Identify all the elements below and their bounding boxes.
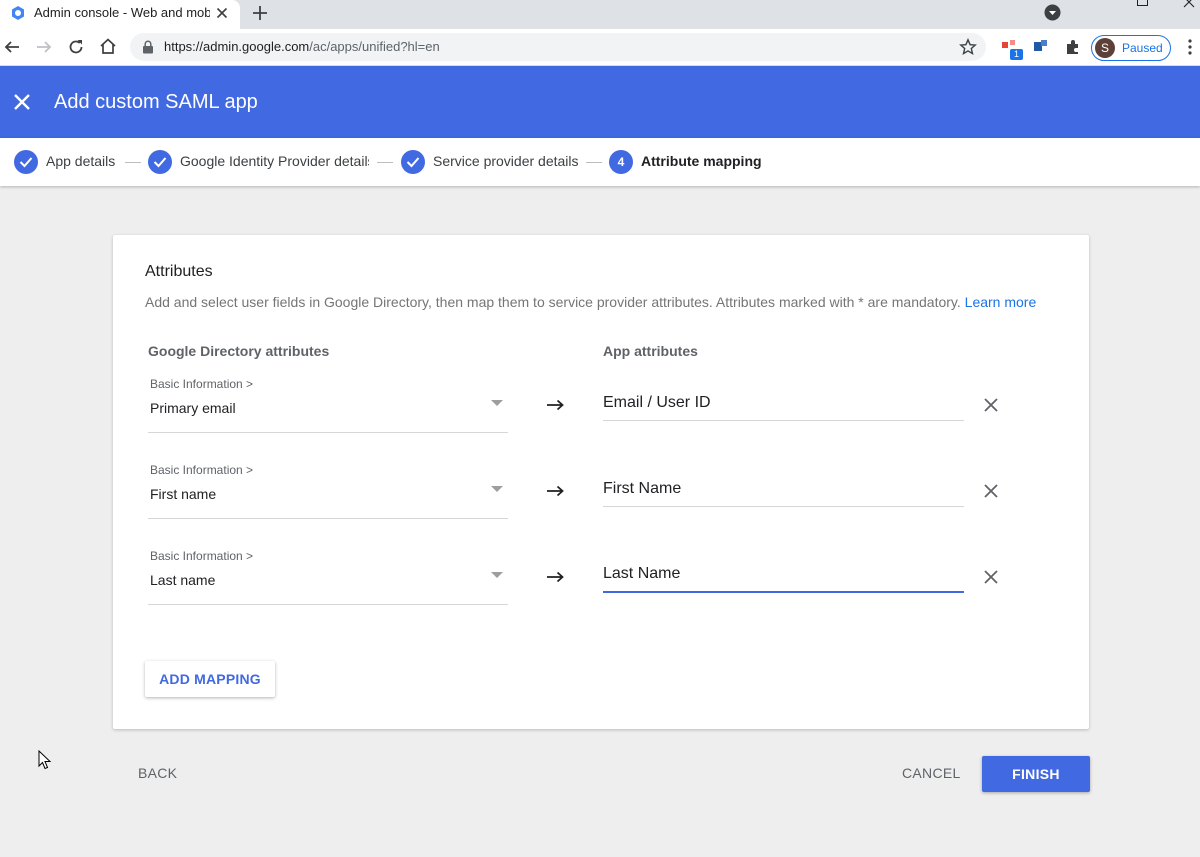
directory-attribute-select[interactable]: Basic Information > First name	[148, 459, 508, 519]
step-connector	[377, 162, 393, 163]
url-text: https://admin.google.com/ac/apps/unified…	[164, 39, 440, 55]
close-icon[interactable]	[13, 93, 31, 111]
right-arrow-icon	[547, 399, 564, 411]
directory-attributes-heading: Google Directory attributes	[148, 343, 330, 359]
select-category: Basic Information >	[150, 549, 254, 563]
app-header: Add custom SAML app	[0, 66, 1200, 138]
remove-mapping-icon[interactable]	[984, 398, 998, 412]
card-title: Attributes	[145, 263, 213, 280]
tab-close-icon[interactable]	[214, 5, 230, 21]
learn-more-link[interactable]: Learn more	[965, 294, 1037, 310]
step-connector	[125, 162, 141, 163]
step-4-number: 4	[609, 150, 633, 174]
browser-tabstrip: Admin console - Web and mobile apps	[0, 0, 1200, 29]
home-icon[interactable]	[99, 37, 117, 55]
profile-status-label: Paused	[1122, 41, 1163, 55]
stepper: App details Google Identity Provider det…	[0, 138, 1200, 186]
address-bar[interactable]: https://admin.google.com/ac/apps/unified…	[130, 33, 986, 61]
right-arrow-icon	[547, 571, 564, 583]
bookmark-star-icon[interactable]	[959, 38, 977, 56]
step-service-provider-details[interactable]: Service provider details	[433, 153, 583, 170]
page-title: Add custom SAML app	[54, 91, 258, 113]
window-maximize-icon[interactable]	[1137, 0, 1148, 6]
url-path: /ac/apps/unified?hl=en	[309, 39, 440, 54]
card-description: Add and select user fields in Google Dir…	[145, 294, 1036, 311]
description-text: Add and select user fields in Google Dir…	[145, 294, 961, 310]
window-close-icon[interactable]	[1183, 0, 1195, 8]
admin-console-favicon-icon	[12, 6, 24, 20]
remove-mapping-icon[interactable]	[984, 484, 998, 498]
directory-attribute-select[interactable]: Basic Information > Last name	[148, 545, 508, 605]
profile-paused-button[interactable]: S Paused	[1091, 35, 1171, 61]
step-attribute-mapping[interactable]: Attribute mapping	[641, 153, 761, 170]
extension-badge: 1	[1010, 49, 1023, 60]
select-category: Basic Information >	[150, 463, 254, 477]
step-3-done-check	[401, 150, 425, 174]
lock-icon	[143, 40, 153, 54]
step-2-done-check	[148, 150, 172, 174]
back-arrow-icon[interactable]	[3, 38, 21, 56]
check-icon	[153, 157, 167, 168]
dropdown-caret-icon	[491, 486, 503, 492]
cancel-button[interactable]: CANCEL	[902, 756, 960, 790]
browser-toolbar: https://admin.google.com/ac/apps/unified…	[0, 29, 1200, 66]
select-category: Basic Information >	[150, 377, 254, 391]
browser-menu-dots-icon[interactable]	[1184, 38, 1196, 56]
dropdown-caret-icon	[491, 572, 503, 578]
browser-tab[interactable]: Admin console - Web and mobile apps	[0, 0, 240, 29]
back-button[interactable]: BACK	[138, 756, 177, 790]
finish-button[interactable]: FINISH	[982, 756, 1090, 792]
app-attribute-input[interactable]	[603, 475, 964, 507]
directory-attribute-select[interactable]: Basic Information > Primary email	[148, 373, 508, 433]
add-mapping-button[interactable]: ADD MAPPING	[145, 661, 275, 697]
select-value: First name	[150, 486, 217, 502]
tab-title: Admin console - Web and mobile apps	[34, 5, 210, 20]
select-value: Primary email	[150, 400, 236, 416]
app-attribute-input[interactable]	[603, 561, 964, 593]
remove-mapping-icon[interactable]	[984, 570, 998, 584]
new-tab-plus-icon[interactable]	[250, 3, 270, 23]
app-attribute-input[interactable]	[603, 389, 964, 421]
app-attributes-heading: App attributes	[603, 343, 698, 359]
mouse-pointer-icon	[38, 750, 52, 770]
check-icon	[406, 157, 420, 168]
step-connector	[586, 162, 602, 163]
right-arrow-icon	[547, 485, 564, 497]
extensions-puzzle-icon[interactable]	[1063, 37, 1083, 57]
step-app-details[interactable]: App details	[46, 153, 118, 170]
forward-arrow-icon[interactable]	[35, 38, 53, 56]
url-host: https://admin.google.com	[164, 39, 310, 54]
attributes-card: Attributes Add and select user fields in…	[113, 235, 1089, 729]
step-1-done-check	[14, 150, 38, 174]
tab-search-icon[interactable]	[1044, 4, 1061, 21]
extension-office-icon[interactable]	[1031, 37, 1051, 57]
reload-icon[interactable]	[67, 38, 85, 56]
avatar: S	[1095, 38, 1115, 58]
dropdown-caret-icon	[491, 400, 503, 406]
select-value: Last name	[150, 572, 216, 588]
step-google-idp-details[interactable]: Google Identity Provider details	[180, 153, 369, 170]
check-icon	[19, 157, 33, 168]
